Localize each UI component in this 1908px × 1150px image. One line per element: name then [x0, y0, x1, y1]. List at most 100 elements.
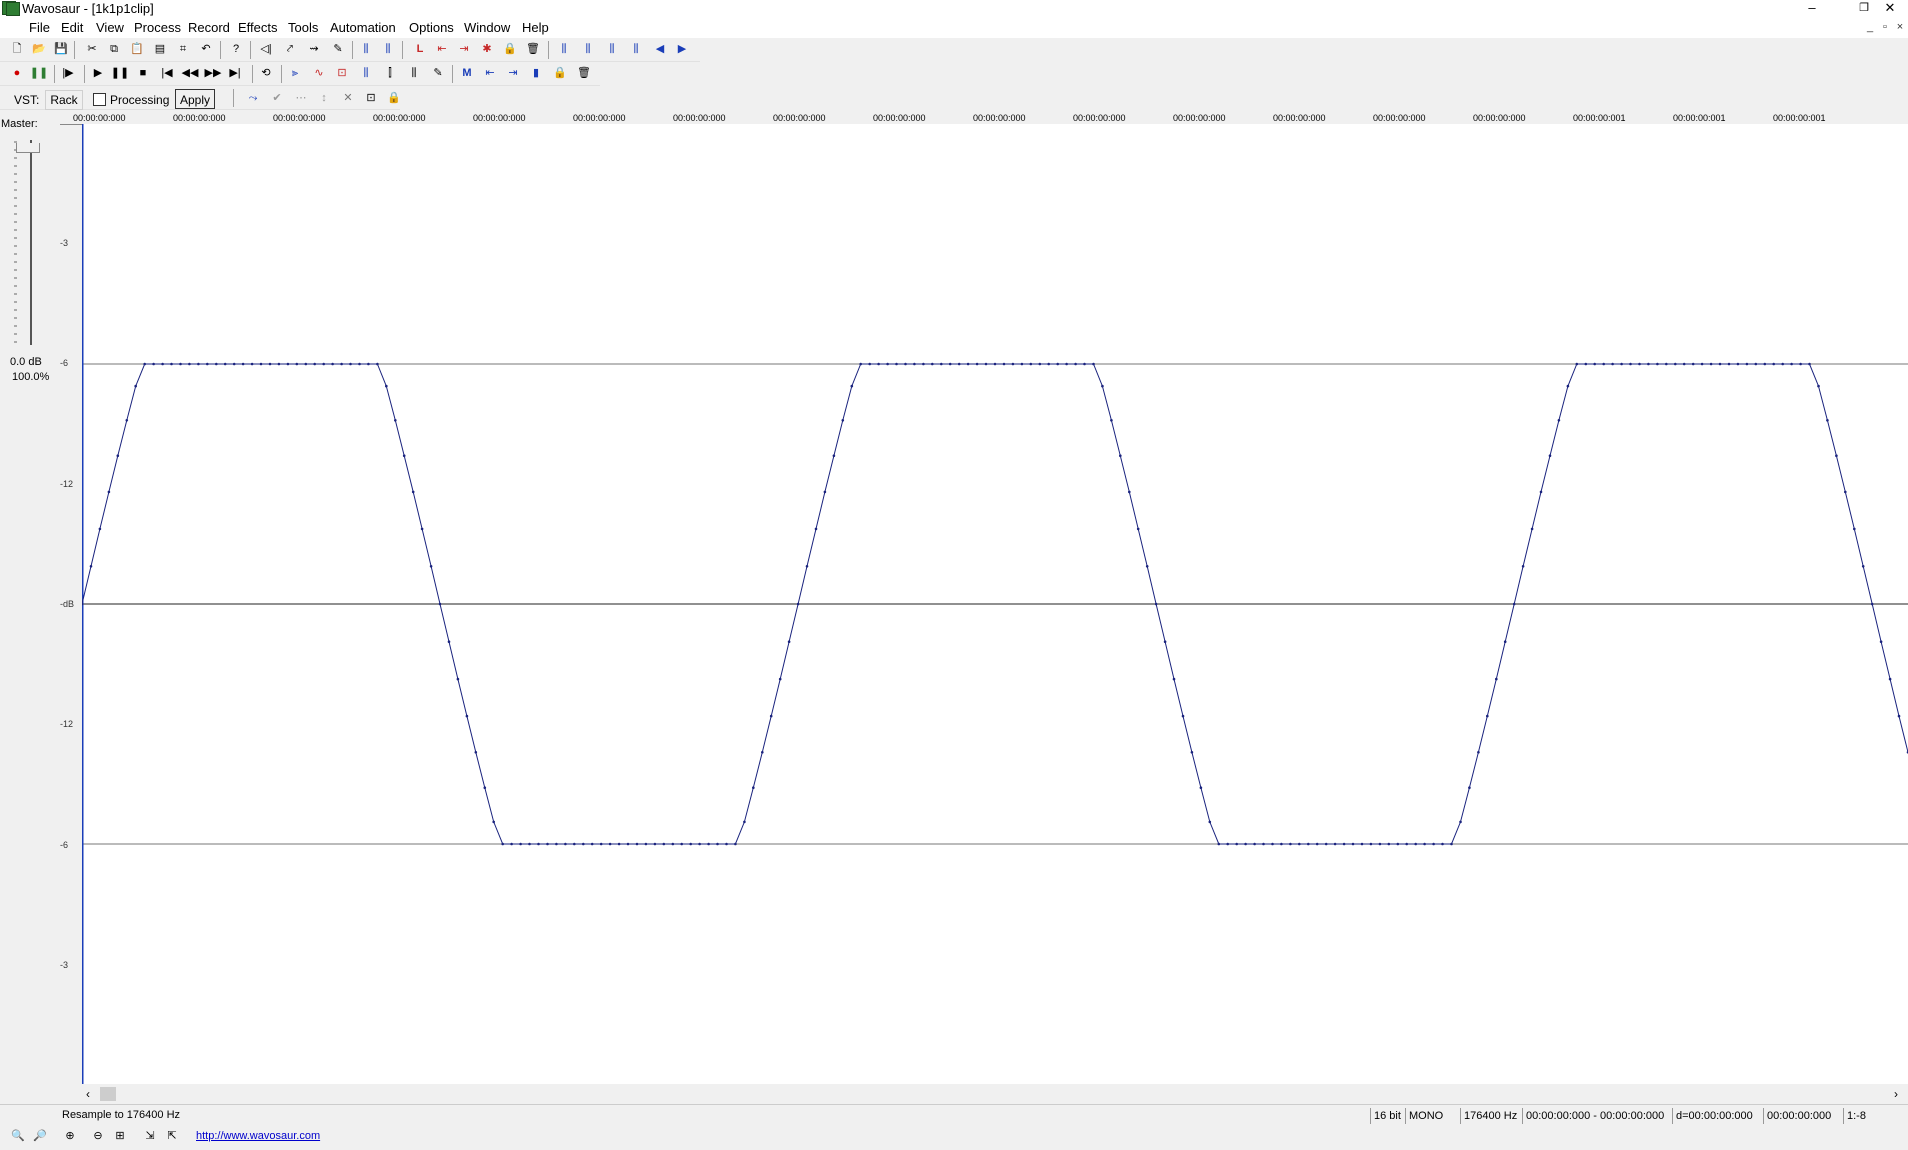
record-pause-icon[interactable]: ❚❚	[29, 63, 49, 83]
reverse-icon[interactable]: ◁|	[256, 39, 276, 59]
menu-edit[interactable]: Edit	[60, 19, 84, 37]
marker-prev-icon[interactable]: ⇤	[480, 63, 500, 83]
menu-process[interactable]: Process	[133, 19, 182, 37]
spectrum-icon[interactable]: ∿	[309, 63, 329, 83]
marker-trash-icon[interactable]: 🗑	[574, 63, 594, 83]
horizontal-scrollbar[interactable]: ‹ ›	[82, 1085, 1908, 1103]
zoom-full-icon[interactable]: ⫼	[626, 39, 646, 59]
trash-icon[interactable]: 🗑	[523, 39, 543, 59]
zoom-vertical-out-icon[interactable]: ⊖	[88, 1126, 108, 1146]
mdi-close-button[interactable]: ×	[1892, 20, 1908, 36]
sample-point	[107, 490, 111, 494]
remove-icon[interactable]: ✕	[338, 88, 358, 108]
envelope-icon[interactable]: ⤳	[243, 88, 263, 108]
marker-right-icon[interactable]: ⇥	[454, 39, 474, 59]
help-icon[interactable]: ?	[226, 39, 246, 59]
normalize-icon[interactable]: ⫼	[356, 39, 376, 59]
waveform-view[interactable]	[82, 124, 1908, 1084]
sample-point	[1665, 362, 1668, 366]
draw-icon[interactable]: ✎	[428, 63, 448, 83]
zoom-out-icon[interactable]: 🔎	[30, 1126, 50, 1146]
pause-icon[interactable]: ❚❚	[110, 63, 130, 83]
mix-icon[interactable]: ⊡	[332, 63, 352, 83]
processing-checkbox[interactable]	[93, 93, 106, 106]
insert-silence-icon[interactable]: ⫸	[285, 63, 305, 83]
play-box-icon[interactable]: ⊡	[361, 88, 381, 108]
menu-file[interactable]: File	[28, 19, 51, 37]
zoom-expand-icon[interactable]: ⇲	[140, 1126, 160, 1146]
menu-automation[interactable]: Automation	[329, 19, 397, 37]
master-volume-slider[interactable]	[16, 143, 40, 153]
mdi-restore-button[interactable]: ▫	[1877, 20, 1893, 36]
menu-tools[interactable]: Tools	[287, 19, 319, 37]
zoom-selection-icon[interactable]: ⫼	[554, 39, 574, 59]
menu-effects[interactable]: Effects	[237, 19, 279, 37]
sample-point	[1136, 527, 1140, 531]
scroll-left-icon[interactable]: ◀	[650, 39, 670, 59]
sample-point	[1360, 842, 1364, 846]
zoom-in-icon[interactable]: 🔍	[8, 1126, 28, 1146]
new-file-icon[interactable]: 🗋	[7, 39, 27, 59]
website-link[interactable]: http://www.wavosaur.com	[196, 1130, 320, 1142]
vst-lock-icon[interactable]: 🔒	[384, 88, 404, 108]
zoom-fit-icon[interactable]: ⊞	[110, 1126, 130, 1146]
pencil-icon[interactable]: ✎	[328, 39, 348, 59]
undo-icon[interactable]: ↶	[196, 39, 216, 59]
go-to-start-icon[interactable]: |◀	[157, 63, 177, 83]
close-button[interactable]: ✕	[1868, 0, 1908, 18]
apply-button[interactable]: Apply	[175, 89, 215, 109]
fade-out-icon[interactable]: ⇝	[304, 39, 324, 59]
zoom-vertical-in-icon[interactable]: ⊕	[60, 1126, 80, 1146]
menu-record[interactable]: Record	[187, 19, 231, 37]
paste-special-icon[interactable]: ▤	[150, 39, 170, 59]
menu-help[interactable]: Help	[521, 19, 550, 37]
minimize-button[interactable]: –	[1790, 0, 1834, 18]
menu-view[interactable]: View	[95, 19, 125, 37]
fade-in-icon[interactable]: ⤤	[280, 39, 300, 59]
go-to-end-icon[interactable]: ▶|	[225, 63, 245, 83]
menu-options[interactable]: Options	[408, 19, 455, 37]
open-file-icon[interactable]: 📂	[29, 39, 49, 59]
play-from-cursor-icon[interactable]: |▶	[58, 63, 78, 83]
move-icon[interactable]: ↕	[314, 88, 334, 108]
marker-all-icon[interactable]: ✱	[477, 39, 497, 59]
amplify-icon[interactable]: ⫼	[378, 39, 398, 59]
scroll-right-icon[interactable]: ▶	[672, 39, 692, 59]
loop-start-icon[interactable]: L	[410, 39, 430, 59]
zoom-in-wave-icon[interactable]: ⫼	[578, 39, 598, 59]
sample-point	[1629, 362, 1632, 366]
vst-rack-button[interactable]: Rack	[45, 90, 83, 110]
marker-icon[interactable]: M	[457, 63, 477, 83]
main-toolbar: 🗋 📂 💾 ✂ ⧉ 📋 ▤ ⌗ ↶ ? ◁| ⤤ ⇝ ✎ ⫼ ⫼ L ⇤ ⇥ ✱…	[0, 39, 700, 62]
save-file-icon[interactable]: 💾	[51, 39, 71, 59]
mdi-minimize-button[interactable]: _	[1862, 20, 1878, 36]
zoom-out-wave-icon[interactable]: ⫼	[602, 39, 622, 59]
fast-forward-icon[interactable]: ▶▶	[203, 63, 223, 83]
lock-icon[interactable]: 🔒	[500, 39, 520, 59]
rewind-icon[interactable]: ◀◀	[180, 63, 200, 83]
marker-left-icon[interactable]: ⇤	[432, 39, 452, 59]
sample-point	[1333, 842, 1337, 846]
record-icon[interactable]: ●	[7, 63, 27, 83]
zoom-shrink-icon[interactable]: ⇱	[162, 1126, 182, 1146]
batch-icon[interactable]: ⫼	[404, 63, 424, 83]
marker-lock-icon[interactable]: 🔒	[550, 63, 570, 83]
marker-next-icon[interactable]: ⇥	[503, 63, 523, 83]
stop-icon[interactable]: ■	[133, 63, 153, 83]
split-icon[interactable]: ⫼	[356, 63, 376, 83]
scroll-thumb[interactable]	[100, 1087, 116, 1101]
master-volume-track[interactable]	[30, 140, 32, 345]
mixer-icon[interactable]: ⫿	[380, 63, 400, 83]
loop-icon[interactable]: ⟲	[256, 63, 276, 83]
crop-icon[interactable]: ⌗	[173, 39, 193, 59]
marker-region-icon[interactable]: ▮	[526, 63, 546, 83]
paste-icon[interactable]: 📋	[127, 39, 147, 59]
scroll-left-arrow[interactable]: ‹	[86, 1087, 90, 1101]
copy-icon[interactable]: ⧉	[104, 39, 124, 59]
menu-window[interactable]: Window	[463, 19, 511, 37]
play-icon[interactable]: ▶	[88, 63, 108, 83]
dots-icon[interactable]: ⋯	[291, 88, 311, 108]
scroll-right-arrow[interactable]: ›	[1894, 1087, 1898, 1101]
cut-icon[interactable]: ✂	[82, 39, 102, 59]
check-icon[interactable]: ✔	[267, 88, 287, 108]
